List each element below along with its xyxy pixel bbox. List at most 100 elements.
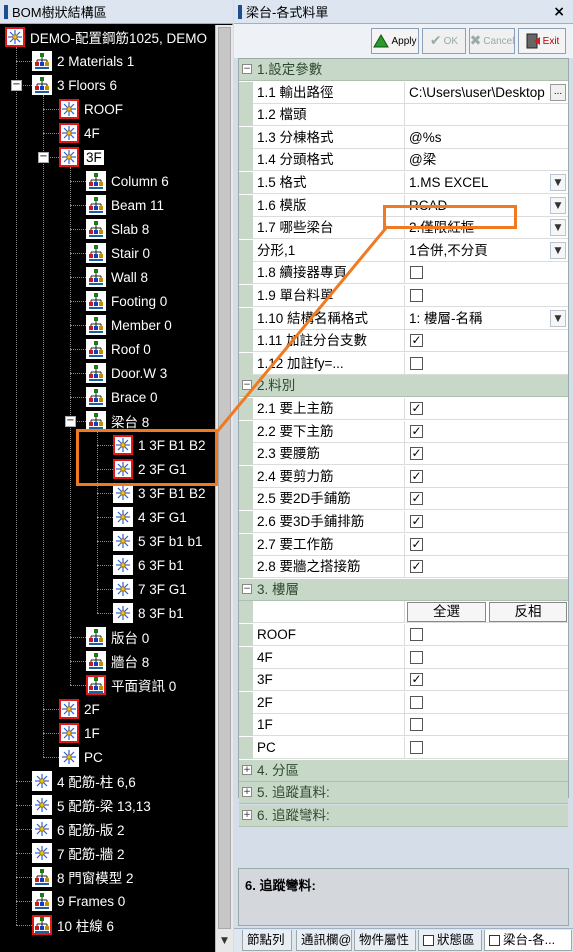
tree-node[interactable]: 5 配筋-梁 13,13 (32, 793, 151, 817)
property-value[interactable]: ✓ (406, 511, 568, 533)
tree-node[interactable]: Slab 8 (86, 217, 149, 241)
property-value[interactable]: 1: 樓層-名稱 ▼ (406, 308, 568, 330)
tree-node[interactable]: Door.W 3 (86, 361, 167, 385)
tree-node[interactable]: 7 配筋-牆 2 (32, 841, 125, 865)
property-value[interactable]: ✓ (406, 330, 568, 352)
expand-toggle-icon[interactable]: + (242, 787, 252, 797)
property-value[interactable] (406, 737, 568, 759)
invert-selection-button[interactable]: 反相 (489, 602, 567, 622)
scrollbar-thumb[interactable] (218, 27, 231, 929)
tree-node[interactable]: 版台 0 (86, 625, 149, 649)
expand-toggle-icon[interactable]: − (242, 64, 252, 74)
tree-node[interactable]: DEMO-配置鋼筋1025, DEMO (5, 25, 207, 49)
category-header[interactable]: +5. 追蹤直料: (239, 782, 568, 804)
property-checkbox[interactable]: ✓ (410, 560, 423, 573)
tree-node[interactable]: Stair 0 (86, 241, 150, 265)
chevron-down-icon[interactable]: ▼ (550, 197, 566, 214)
tree-node[interactable]: Wall 8 (86, 265, 148, 289)
expand-toggle-icon[interactable]: − (242, 584, 252, 594)
property-checkbox[interactable]: ✓ (410, 334, 423, 347)
browse-button[interactable]: ... (550, 84, 566, 101)
property-value[interactable] (406, 624, 568, 646)
property-value[interactable]: ✓ (406, 443, 568, 465)
category-header[interactable]: +4. 分區 (239, 760, 568, 782)
property-checkbox[interactable]: ✓ (410, 447, 423, 460)
apply-button[interactable]: Apply (371, 28, 419, 54)
property-checkbox[interactable]: ✓ (410, 402, 423, 415)
property-value[interactable] (406, 262, 568, 284)
property-checkbox[interactable]: ✓ (410, 515, 423, 528)
property-value[interactable] (406, 647, 568, 669)
expand-toggle-icon[interactable]: + (242, 765, 252, 775)
property-checkbox[interactable] (410, 266, 423, 279)
ok-button[interactable]: ✔ OK (422, 28, 466, 54)
tree-node[interactable]: 7 3F G1 (113, 577, 187, 601)
property-value[interactable] (406, 285, 568, 307)
property-checkbox[interactable] (410, 718, 423, 731)
chevron-down-icon[interactable]: ▼ (550, 310, 566, 327)
tree-node[interactable]: 平面資訊 0 (86, 673, 176, 697)
select-all-button[interactable]: 全選 (407, 602, 486, 622)
tree-node[interactable]: 8 3F b1 (113, 601, 184, 625)
property-checkbox[interactable] (410, 651, 423, 664)
close-icon[interactable]: × (553, 4, 565, 20)
category-header[interactable]: −3. 樓層 (239, 579, 568, 601)
property-value[interactable]: ✓ (406, 398, 568, 420)
property-value[interactable]: 1.MS EXCEL ▼ (406, 172, 568, 194)
tab-1[interactable]: 通訊欄@ (296, 930, 352, 951)
tree-node[interactable]: 9 Frames 0 (32, 889, 125, 913)
property-value[interactable] (406, 714, 568, 736)
property-value[interactable]: ✓ (406, 488, 568, 510)
property-value[interactable]: ✓ (406, 669, 568, 691)
category-header[interactable]: +6. 追蹤彎料: (239, 805, 568, 827)
exit-button[interactable]: Exit (518, 28, 566, 54)
tree-node[interactable]: 6 配筋-版 2 (32, 817, 125, 841)
tree-node[interactable]: Member 0 (86, 313, 172, 337)
collapse-toggle-icon[interactable]: − (65, 416, 76, 427)
property-value[interactable]: @梁 (406, 149, 568, 171)
property-value[interactable]: 1合併,不分頁 ▼ (406, 240, 568, 262)
property-checkbox[interactable] (410, 741, 423, 754)
cancel-button[interactable]: ✖ Cancel (469, 28, 515, 54)
category-header[interactable]: −2.料別 (239, 375, 568, 397)
collapse-toggle-icon[interactable]: − (38, 152, 49, 163)
property-checkbox[interactable]: ✓ (410, 538, 423, 551)
tree-node[interactable]: 8 門窗模型 2 (32, 865, 134, 889)
tree-node[interactable]: 牆台 8 (86, 649, 149, 673)
tree-vertical-scrollbar[interactable]: ▼ (215, 25, 233, 952)
expand-toggle-icon[interactable]: + (242, 810, 252, 820)
tree-node[interactable]: PC (59, 745, 103, 769)
property-checkbox[interactable]: ✓ (410, 673, 423, 686)
tree-node[interactable]: Roof 0 (86, 337, 151, 361)
property-checkbox[interactable] (410, 628, 423, 641)
tree-node[interactable]: 4 配筋-柱 6,6 (32, 769, 136, 793)
property-checkbox[interactable] (410, 289, 423, 302)
property-value[interactable] (406, 104, 568, 126)
tree-node[interactable]: 5 3F b1 b1 (113, 529, 203, 553)
tree-node[interactable]: 2 Materials 1 (32, 49, 134, 73)
tree-node[interactable]: 4F (59, 121, 100, 145)
tree-node[interactable]: Brace 0 (86, 385, 158, 409)
tree-node[interactable]: 1F (59, 721, 100, 745)
tab-0[interactable]: 節點列 (242, 930, 292, 951)
chevron-down-icon[interactable]: ▼ (550, 219, 566, 236)
expand-toggle-icon[interactable]: − (242, 380, 252, 390)
tree-node[interactable]: 10 柱線 6 (32, 913, 114, 937)
collapse-toggle-icon[interactable]: − (11, 80, 22, 91)
tree-node[interactable]: ROOF (59, 97, 123, 121)
property-checkbox[interactable]: ✓ (410, 492, 423, 505)
tree-node[interactable]: 3F (59, 145, 104, 169)
property-value[interactable]: C:\Users\user\Desktop... (406, 82, 568, 104)
property-checkbox[interactable]: ✓ (410, 425, 423, 438)
tree-node[interactable]: Column 6 (86, 169, 169, 193)
tree-node[interactable]: Beam 11 (86, 193, 164, 217)
tab-3[interactable]: 狀態區 (418, 930, 482, 951)
tree-node[interactable]: 6 3F b1 (113, 553, 184, 577)
tree-node[interactable]: 4 3F G1 (113, 505, 187, 529)
property-value[interactable]: ✓ (406, 421, 568, 443)
tree-node[interactable]: 2F (59, 697, 100, 721)
tree-node[interactable]: 3 Floors 6 (32, 73, 117, 97)
property-value[interactable]: ✓ (406, 466, 568, 488)
category-header[interactable]: −1.設定參數 (239, 59, 568, 81)
chevron-down-icon[interactable]: ▼ (550, 174, 566, 191)
